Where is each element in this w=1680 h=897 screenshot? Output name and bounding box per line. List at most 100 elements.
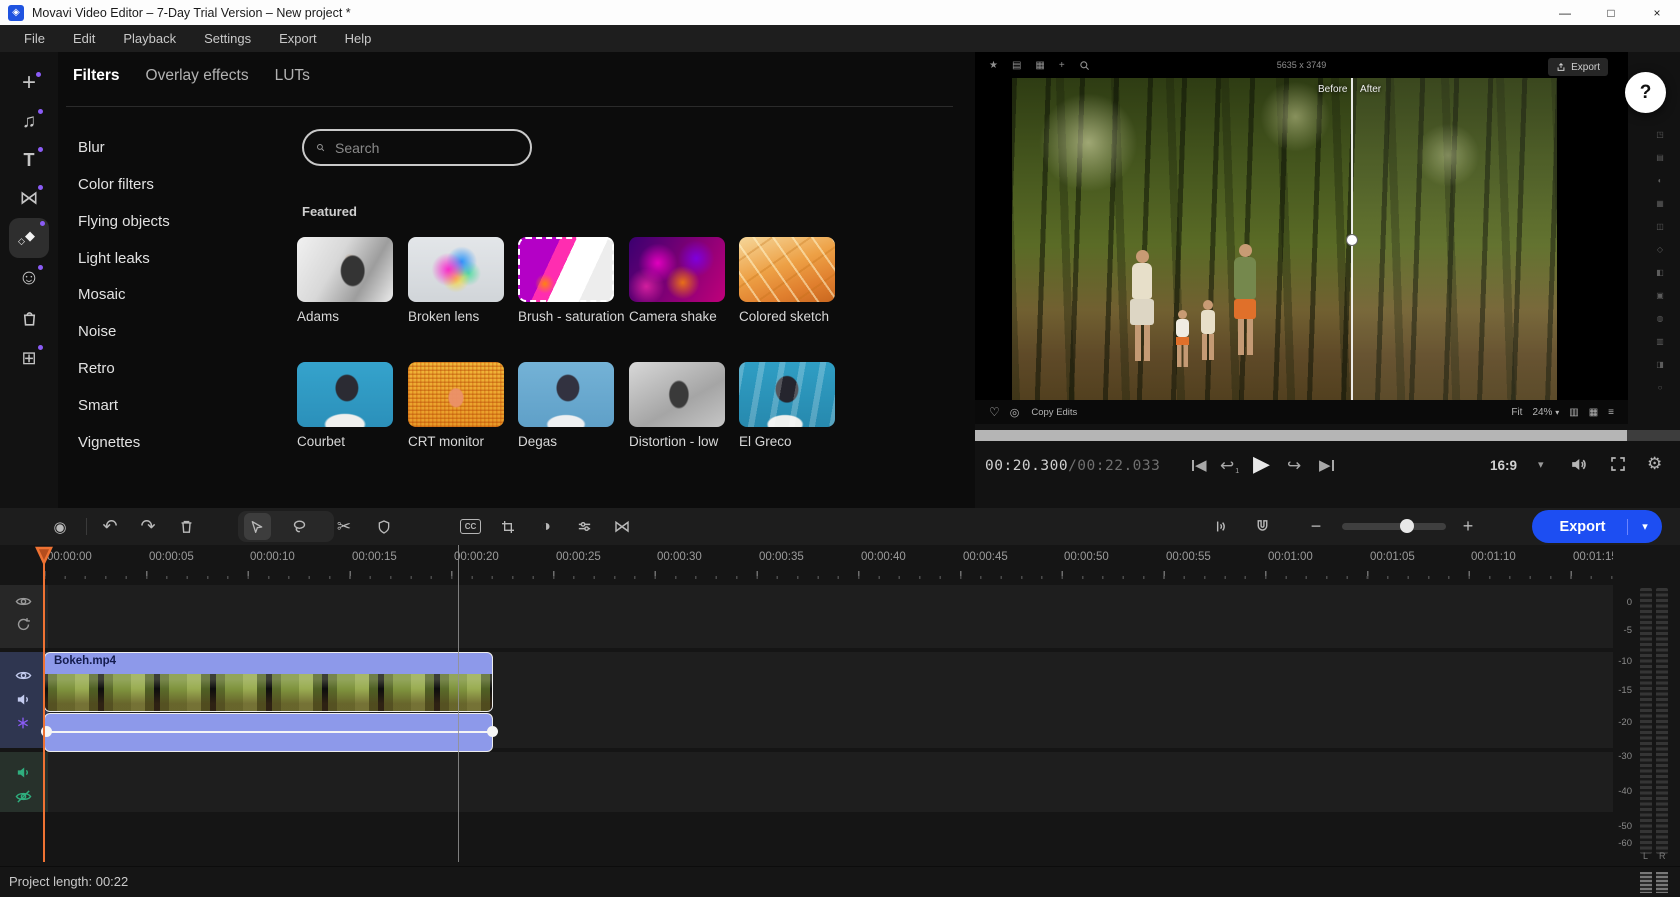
- track-hidden-toggle[interactable]: [15, 788, 33, 806]
- category-flying-objects[interactable]: Flying objects: [78, 213, 170, 230]
- undo-button[interactable]: ↶: [98, 508, 122, 545]
- category-light-leaks[interactable]: Light leaks: [78, 250, 150, 267]
- redo-button[interactable]: ↷: [136, 508, 160, 545]
- playhead-marker[interactable]: [35, 546, 53, 565]
- menu-settings[interactable]: Settings: [190, 25, 265, 52]
- menu-file[interactable]: File: [10, 25, 59, 52]
- preview-export-button[interactable]: Export: [1548, 58, 1608, 76]
- skip-to-start-button[interactable]: ◀: [1192, 456, 1207, 474]
- audio-sync-button[interactable]: [1208, 508, 1232, 545]
- record-button[interactable]: ◉: [48, 508, 72, 545]
- preview-tool-icon[interactable]: ▣: [1653, 291, 1667, 300]
- sidebar-item-transitions[interactable]: ⋈: [0, 183, 58, 213]
- preview-tool-icon[interactable]: ◐: [1653, 176, 1667, 185]
- favorite-heart-icon[interactable]: ♡: [989, 405, 1000, 419]
- volume-envelope-line[interactable]: [44, 731, 493, 733]
- filter-card-colored-sketch[interactable]: Colored sketch: [739, 237, 835, 324]
- preview-tool-icon[interactable]: ◳: [1653, 130, 1667, 139]
- video-preview[interactable]: Before After: [1012, 78, 1557, 400]
- color-target-icon[interactable]: ◎: [1010, 406, 1020, 419]
- filter-card-el-greco[interactable]: El Greco: [739, 362, 835, 449]
- marker-button[interactable]: [372, 508, 396, 545]
- preview-tool-icon[interactable]: ◍: [1653, 314, 1667, 323]
- preview-tool-icon[interactable]: ○: [1653, 383, 1667, 392]
- close-button[interactable]: ×: [1634, 0, 1680, 25]
- zoom-in-button[interactable]: +: [1456, 508, 1480, 545]
- before-after-handle[interactable]: [1346, 234, 1358, 246]
- minimize-button[interactable]: —: [1542, 0, 1588, 25]
- preview-tool-icon[interactable]: ▤: [1653, 153, 1667, 162]
- sidebar-item-stickers[interactable]: ☺: [0, 263, 58, 293]
- maximize-button[interactable]: □: [1588, 0, 1634, 25]
- snap-button[interactable]: [1250, 508, 1274, 545]
- preview-tool-icon[interactable]: ◨: [1653, 360, 1667, 369]
- fit-button[interactable]: Fit: [1511, 407, 1522, 418]
- time-ruler[interactable]: 00:00:00 00:00:05 00:00:10 00:00:15 00:0…: [0, 545, 1613, 581]
- track-visibility-toggle[interactable]: [15, 667, 33, 685]
- menu-edit[interactable]: Edit: [59, 25, 109, 52]
- sidebar-item-filters[interactable]: ◆ ◇: [0, 223, 58, 253]
- list-view-icon[interactable]: ≡: [1608, 407, 1614, 418]
- cut-button[interactable]: ✂: [332, 508, 356, 545]
- audio-track[interactable]: [0, 752, 1613, 812]
- track-mute-toggle[interactable]: [15, 764, 33, 782]
- preview-settings-button[interactable]: ⚙: [1647, 454, 1662, 474]
- previous-frame-button[interactable]: ↩1: [1220, 456, 1239, 476]
- copy-edits-button[interactable]: Copy Edits: [1031, 407, 1077, 418]
- grid-view-icon[interactable]: ▦: [1589, 407, 1598, 418]
- sidebar-item-titles[interactable]: T: [0, 145, 58, 175]
- category-retro[interactable]: Retro: [78, 360, 115, 377]
- timeline-zoom-slider[interactable]: [1342, 523, 1446, 530]
- zoom-level-dropdown[interactable]: 24% ▾: [1532, 407, 1559, 418]
- sidebar-item-audio[interactable]: ♫: [0, 107, 58, 137]
- volume-button[interactable]: [1569, 455, 1588, 474]
- play-button[interactable]: ▶: [1253, 451, 1270, 477]
- preview-tool-icon[interactable]: ◫: [1653, 222, 1667, 231]
- zoom-slider-thumb[interactable]: [1400, 519, 1414, 533]
- export-button[interactable]: Export ▾: [1532, 510, 1662, 543]
- track-visibility-toggle[interactable]: [15, 593, 33, 611]
- crop-button[interactable]: [496, 508, 520, 545]
- tab-luts[interactable]: LUTs: [275, 67, 310, 85]
- filter-card-camera-shake[interactable]: Camera shake: [629, 237, 725, 324]
- delete-button[interactable]: [174, 508, 198, 545]
- filter-card-distortion-low[interactable]: Distortion - low: [629, 362, 725, 449]
- view-mode-icon[interactable]: ▥: [1569, 407, 1578, 418]
- aspect-ratio-dropdown[interactable]: 16:9: [1490, 458, 1517, 473]
- category-mosaic[interactable]: Mosaic: [78, 286, 126, 303]
- filter-card-crt-monitor[interactable]: CRT monitor: [408, 362, 504, 449]
- motion-tracking-button[interactable]: ⋈: [610, 508, 634, 545]
- select-tool-button[interactable]: [245, 508, 269, 545]
- sidebar-item-import[interactable]: +: [0, 68, 58, 98]
- menu-export[interactable]: Export: [265, 25, 331, 52]
- volume-keyframe-handle[interactable]: [487, 726, 498, 737]
- preview-tool-icon[interactable]: ◧: [1653, 268, 1667, 277]
- category-noise[interactable]: Noise: [78, 323, 116, 340]
- menu-playback[interactable]: Playback: [109, 25, 190, 52]
- clip-properties-button[interactable]: [572, 508, 596, 545]
- filter-card-degas[interactable]: Degas: [518, 362, 614, 449]
- skip-to-end-button[interactable]: ▶: [1319, 456, 1334, 474]
- video-clip-bokeh[interactable]: Bokeh.mp4: [44, 652, 493, 712]
- sidebar-item-more-tools[interactable]: ⊞: [0, 343, 58, 373]
- fullscreen-button[interactable]: [1609, 455, 1627, 473]
- track-link-toggle[interactable]: [15, 616, 33, 634]
- filter-card-adams[interactable]: Adams: [297, 237, 393, 324]
- next-frame-button[interactable]: ↪: [1287, 456, 1301, 476]
- zoom-out-button[interactable]: −: [1304, 508, 1328, 545]
- help-button[interactable]: ?: [1625, 72, 1666, 113]
- playback-progress-bar[interactable]: [975, 430, 1680, 441]
- preview-tool-icon[interactable]: ◇: [1653, 245, 1667, 254]
- chevron-down-icon[interactable]: ▾: [1538, 458, 1544, 471]
- tab-overlay-effects[interactable]: Overlay effects: [146, 67, 249, 85]
- category-smart[interactable]: Smart: [78, 397, 118, 414]
- sidebar-item-store[interactable]: [0, 303, 58, 333]
- tab-filters[interactable]: Filters: [73, 67, 120, 85]
- color-adjustments-button[interactable]: ◑: [534, 508, 558, 545]
- overlay-track[interactable]: [0, 585, 1613, 648]
- preview-tool-icon[interactable]: ▥: [1653, 337, 1667, 346]
- playhead-line[interactable]: [43, 548, 45, 862]
- menu-help[interactable]: Help: [331, 25, 386, 52]
- track-mute-toggle[interactable]: [15, 691, 33, 709]
- search-input[interactable]: [333, 139, 518, 157]
